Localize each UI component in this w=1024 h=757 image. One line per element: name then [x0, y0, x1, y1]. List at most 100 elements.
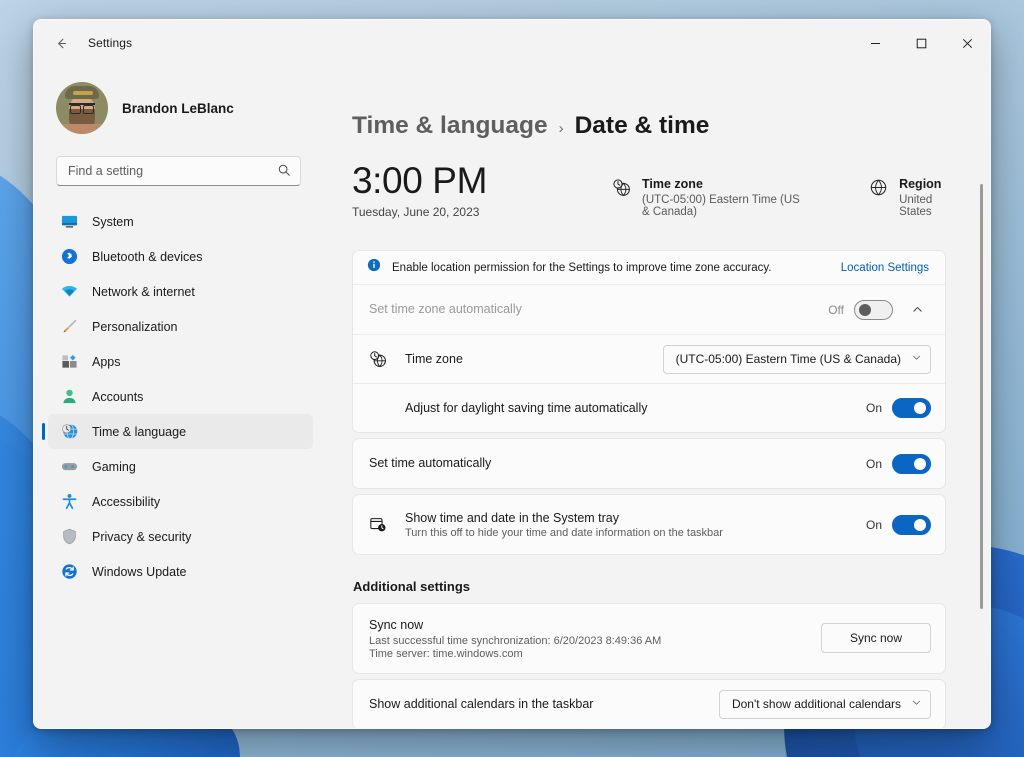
- desktop-wallpaper: Settings Brandon LeBlanc Find a setting …: [0, 0, 1024, 757]
- sidebar-item-apps[interactable]: Apps: [48, 344, 313, 379]
- row-right: (UTC-05:00) Eastern Time (US & Canada): [662, 344, 931, 374]
- row-texts: Sync now Last successful time synchroniz…: [369, 617, 807, 660]
- sync-now-row: Sync now Last successful time synchroniz…: [353, 604, 945, 673]
- sync-now-card: Sync now Last successful time synchroniz…: [352, 603, 946, 674]
- sidebar-item-windows-update[interactable]: Windows Update: [48, 554, 313, 589]
- expand-collapse-button[interactable]: [903, 296, 931, 324]
- timezone-row[interactable]: Time zone (UTC-05:00) Eastern Time (US &…: [353, 334, 945, 383]
- sidebar-item-privacy-security[interactable]: Privacy & security: [48, 519, 313, 554]
- set-time-automatically-row[interactable]: Set time automatically On: [353, 439, 945, 488]
- timezone-summary-title: Time zone: [642, 177, 703, 191]
- toggle-knob: [914, 457, 926, 470]
- maximize-icon: [916, 38, 926, 48]
- minimize-icon: [870, 42, 880, 44]
- sidebar-item-accessibility[interactable]: Accessibility: [48, 484, 313, 519]
- avatar-shirt: [60, 124, 104, 134]
- toggle-knob: [914, 518, 926, 531]
- close-icon: [962, 38, 972, 48]
- sync-time-server: Time server: time.windows.com: [369, 647, 523, 660]
- location-settings-link[interactable]: Location Settings: [841, 262, 929, 274]
- sidebar-item-system[interactable]: System: [48, 204, 313, 239]
- sidebar-item-label: Network & internet: [92, 284, 195, 299]
- row-right: Sync now: [821, 623, 931, 654]
- row-texts: Show additional calendars in the taskbar: [369, 696, 705, 713]
- additional-calendars-value: Don't show additional calendars: [731, 697, 901, 712]
- breadcrumb-parent[interactable]: Time & language: [352, 112, 548, 140]
- content-scrollbar[interactable]: [978, 80, 985, 714]
- minimize-button[interactable]: [852, 20, 898, 66]
- window-titlebar: Settings: [34, 20, 990, 66]
- close-button[interactable]: [944, 20, 990, 66]
- region-summary: Region United States: [869, 176, 946, 218]
- taskbar-clock-icon: [369, 515, 387, 534]
- window-title: Settings: [88, 36, 133, 50]
- sidebar-item-gaming[interactable]: Gaming: [48, 449, 313, 484]
- chevron-down-icon: [911, 697, 922, 711]
- toggle-knob: [859, 303, 871, 316]
- search-input[interactable]: [56, 156, 301, 186]
- daylight-saving-state: On: [865, 401, 882, 415]
- sidebar-item-bluetooth-devices[interactable]: Bluetooth & devices: [48, 239, 313, 274]
- clock-globe-icon: [60, 423, 78, 441]
- system-tray-toggle[interactable]: [892, 514, 931, 535]
- page-title: Date & time: [574, 112, 710, 139]
- additional-settings-heading: Additional settings: [353, 579, 470, 594]
- sidebar-item-personalization[interactable]: Personalization: [48, 309, 313, 344]
- daylight-saving-label: Adjust for daylight saving time automati…: [405, 400, 648, 415]
- sidebar-item-network-internet[interactable]: Network & internet: [48, 274, 313, 309]
- avatar: [56, 82, 108, 134]
- sidebar-item-accounts[interactable]: Accounts: [48, 379, 313, 414]
- bluetooth-icon: [60, 248, 78, 266]
- shield-icon: [60, 528, 78, 546]
- row-texts: Adjust for daylight saving time automati…: [405, 400, 852, 417]
- set-timezone-automatically-state: Off: [828, 302, 844, 317]
- info-icon: [367, 258, 381, 277]
- clock-block: 3:00 PM Tuesday, June 20, 2023: [352, 161, 487, 219]
- search-box: [56, 156, 301, 186]
- sidebar-item-label: Personalization: [92, 319, 178, 334]
- system-tray-label: Show time and date in the System tray: [405, 510, 619, 525]
- clock-globe-icon: [369, 350, 387, 368]
- additional-calendars-row[interactable]: Show additional calendars in the taskbar…: [353, 680, 945, 728]
- clock-header: 3:00 PM Tuesday, June 20, 2023 Time zone…: [352, 161, 946, 228]
- wifi-icon: [60, 283, 78, 301]
- update-icon: [60, 563, 78, 581]
- sync-now-label: Sync now: [369, 618, 424, 632]
- person-icon: [60, 388, 78, 406]
- account-block[interactable]: Brandon LeBlanc: [34, 66, 321, 140]
- row-right: On: [865, 514, 931, 535]
- sidebar-item-label: Apps: [92, 354, 121, 369]
- system-tray-row[interactable]: Show time and date in the System tray Tu…: [353, 495, 945, 554]
- content-pane: Time & language › Date & time 3:00 PM Tu…: [321, 66, 990, 728]
- row-right: Don't show additional calendars: [718, 689, 931, 719]
- system-tray-sublabel: Turn this off to hide your time and date…: [405, 527, 723, 540]
- back-button[interactable]: [46, 28, 76, 58]
- timezone-select[interactable]: (UTC-05:00) Eastern Time (US & Canada): [662, 344, 931, 374]
- additional-calendars-label: Show additional calendars in the taskbar: [369, 696, 594, 711]
- system-tray-card: Show time and date in the System tray Tu…: [352, 494, 946, 555]
- maximize-button[interactable]: [898, 20, 944, 66]
- set-timezone-automatically-row[interactable]: Set time zone automatically Off: [353, 285, 945, 334]
- scrollbar-thumb[interactable]: [980, 184, 983, 609]
- account-name: Brandon LeBlanc: [122, 100, 234, 116]
- timezone-summary-texts: Time zone (UTC-05:00) Eastern Time (US &…: [642, 176, 803, 218]
- additional-calendars-select[interactable]: Don't show additional calendars: [718, 689, 931, 719]
- daylight-saving-toggle[interactable]: [892, 398, 931, 418]
- sidebar-item-label: Gaming: [92, 459, 136, 474]
- timezone-row-label: Time zone: [405, 351, 463, 366]
- set-timezone-automatically-toggle[interactable]: [854, 299, 893, 320]
- sidebar-item-label: Time & language: [92, 424, 187, 439]
- timezone-select-value: (UTC-05:00) Eastern Time (US & Canada): [675, 352, 901, 366]
- set-time-automatically-label: Set time automatically: [369, 456, 492, 471]
- set-time-automatically-card: Set time automatically On: [352, 438, 946, 489]
- system-tray-state: On: [865, 517, 882, 532]
- sync-now-button[interactable]: Sync now: [821, 623, 931, 654]
- row-texts: Time zone: [405, 351, 649, 368]
- apps-icon: [60, 353, 78, 371]
- sidebar-item-time-language[interactable]: Time & language: [42, 414, 313, 449]
- additional-calendars-card: Show additional calendars in the taskbar…: [352, 678, 946, 728]
- set-time-automatically-toggle[interactable]: [892, 453, 931, 474]
- sync-last-success: Last successful time synchronization: 6/…: [369, 634, 662, 647]
- daylight-saving-row[interactable]: Adjust for daylight saving time automati…: [353, 383, 945, 432]
- toggle-knob: [914, 402, 926, 414]
